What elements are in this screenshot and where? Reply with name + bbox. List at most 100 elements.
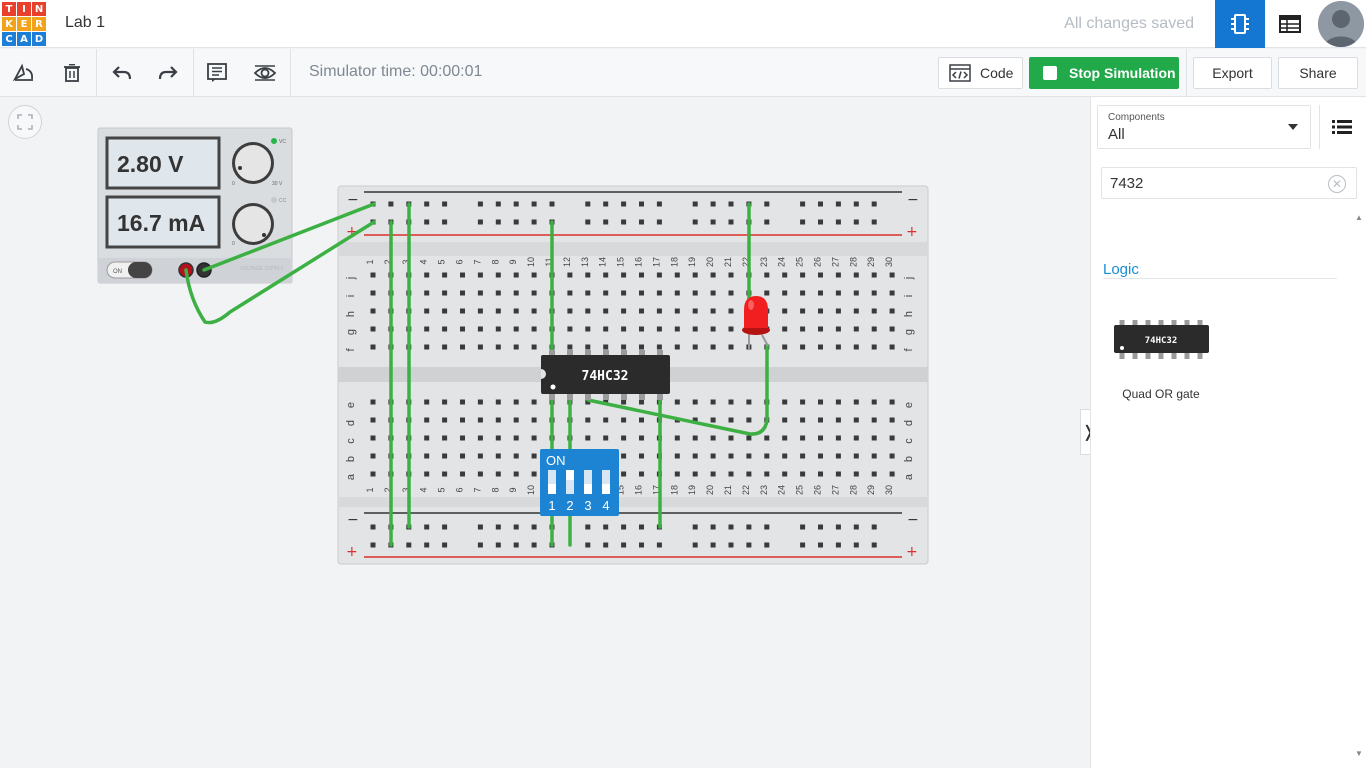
column-label-bottom: 26: [813, 485, 823, 495]
schematic-view-button[interactable]: [1265, 0, 1315, 48]
breadboard-hole: [513, 219, 519, 225]
column-label-bottom: 5: [437, 487, 447, 492]
breadboard-hole: [692, 524, 698, 530]
breadboard-hole: [728, 326, 734, 332]
thumbnail-pin: [1171, 353, 1177, 359]
breadboard-hole: [495, 453, 501, 459]
voltage-knob[interactable]: [232, 142, 274, 184]
components-select[interactable]: Components All: [1097, 105, 1311, 149]
breadboard-hole: [495, 308, 501, 314]
user-avatar[interactable]: [1318, 1, 1364, 47]
breadboard-hole: [853, 453, 859, 459]
component-card-quad-or[interactable]: 74HC32 Quad OR gate: [1109, 315, 1213, 405]
notes-icon[interactable]: [201, 57, 233, 89]
ic-74hc32[interactable]: 74HC32: [541, 350, 670, 400]
breadboard-hole: [460, 453, 465, 459]
export-button[interactable]: Export: [1193, 57, 1272, 89]
column-label-top: 8: [490, 259, 500, 264]
breadboard-hole: [585, 290, 591, 296]
breadboard-hole: [567, 344, 573, 350]
breadboard-hole: [639, 201, 644, 207]
rail-plus-top-right: +: [906, 224, 918, 240]
ic-pin: [639, 394, 645, 400]
caret-down-icon: [1288, 124, 1298, 130]
breadboard-hole: [585, 326, 591, 332]
breadboard-hole: [603, 272, 609, 278]
breadboard-hole: [782, 417, 788, 423]
breadboard-hole: [442, 399, 448, 405]
breadboard-hole: [621, 308, 627, 314]
breadboard-hole: [370, 326, 376, 332]
breadboard-hole: [782, 272, 788, 278]
breadboard-hole: [889, 290, 895, 296]
stop-simulation-button[interactable]: Stop Simulation: [1029, 57, 1179, 89]
breadboard-hole: [621, 524, 627, 530]
breadboard-hole: [656, 219, 662, 225]
breadboard-hole: [370, 524, 376, 530]
breadboard-hole: [853, 272, 859, 278]
breadboard-hole: [460, 344, 465, 350]
breadboard-hole: [477, 272, 483, 278]
power-supply[interactable]: 2.80 V 16.7 mA 0 30 V 0 VC CC ON VOLTAGE…: [97, 127, 293, 284]
dip-switch-number: 1: [548, 498, 555, 513]
breadboard-hole: [442, 417, 448, 423]
scroll-up-arrow[interactable]: ▲: [1355, 213, 1363, 222]
column-label-top: 14: [598, 257, 608, 267]
list-view-button[interactable]: [1319, 105, 1363, 149]
breadboard-hole: [370, 542, 376, 548]
column-label-top: 27: [830, 257, 840, 267]
breadboard-hole: [621, 201, 627, 207]
scroll-down-arrow[interactable]: ▼: [1355, 749, 1363, 758]
column-label-bottom: 20: [705, 485, 715, 495]
breadboard-hole: [567, 326, 573, 332]
breadboard-hole: [800, 524, 806, 530]
code-button[interactable]: Code: [938, 57, 1023, 89]
ic-pin: [585, 394, 591, 400]
breadboard-hole: [585, 417, 591, 423]
breadboard-hole: [513, 201, 519, 207]
circuit-view-button[interactable]: [1215, 0, 1265, 48]
breadboard-hole: [871, 524, 877, 530]
cc-label: CC: [279, 198, 287, 204]
tinkercad-logo[interactable]: TIN KER CAD: [2, 2, 46, 46]
logo-letter: A: [17, 32, 31, 46]
redo-icon[interactable]: [152, 57, 184, 89]
column-label-bottom: 29: [866, 485, 876, 495]
breadboard-hole: [621, 399, 627, 405]
breadboard-hole: [442, 524, 448, 530]
eye-icon[interactable]: [249, 57, 281, 89]
breadboard-hole: [513, 326, 519, 332]
breadboard-hole: [889, 308, 895, 314]
breadboard-hole: [728, 290, 734, 296]
breadboard-hole: [460, 272, 465, 278]
clear-search-icon[interactable]: ✕: [1328, 175, 1346, 193]
components-select-value: All: [1108, 126, 1125, 143]
breadboard-hole: [370, 453, 376, 459]
rotate-icon[interactable]: [8, 57, 40, 89]
breadboard-hole: [495, 201, 501, 207]
breadboard-hole: [477, 417, 483, 423]
circuit-canvas[interactable]: 2.80 V 16.7 mA 0 30 V 0 VC CC ON VOLTAGE…: [0, 97, 1096, 768]
logo-letter: D: [32, 32, 46, 46]
column-label-top: 28: [848, 257, 858, 267]
breadboard-hole: [692, 344, 698, 350]
ic-pin: [567, 394, 573, 400]
share-button[interactable]: Share: [1278, 57, 1358, 89]
circuit-drawing[interactable]: 2.80 V 16.7 mA 0 30 V 0 VC CC ON VOLTAGE…: [0, 97, 1090, 768]
trash-icon[interactable]: [56, 57, 88, 89]
column-label-bottom: 7: [472, 487, 482, 492]
breadboard-hole: [818, 326, 823, 332]
undo-icon[interactable]: [106, 57, 138, 89]
breadboard-hole: [871, 435, 877, 441]
breadboard-hole: [674, 453, 680, 459]
search-input[interactable]: [1110, 172, 1320, 194]
current-knob[interactable]: [232, 203, 274, 245]
dip-switch[interactable]: ON 1234: [540, 449, 619, 516]
project-title[interactable]: Lab 1: [65, 14, 105, 32]
breadboard-hole: [603, 290, 609, 296]
breadboard-hole: [889, 326, 895, 332]
stop-icon: [1043, 66, 1057, 80]
column-label-top: 16: [634, 257, 644, 267]
dip-toggle-knob: [584, 484, 592, 494]
breadboard-hole: [603, 201, 609, 207]
